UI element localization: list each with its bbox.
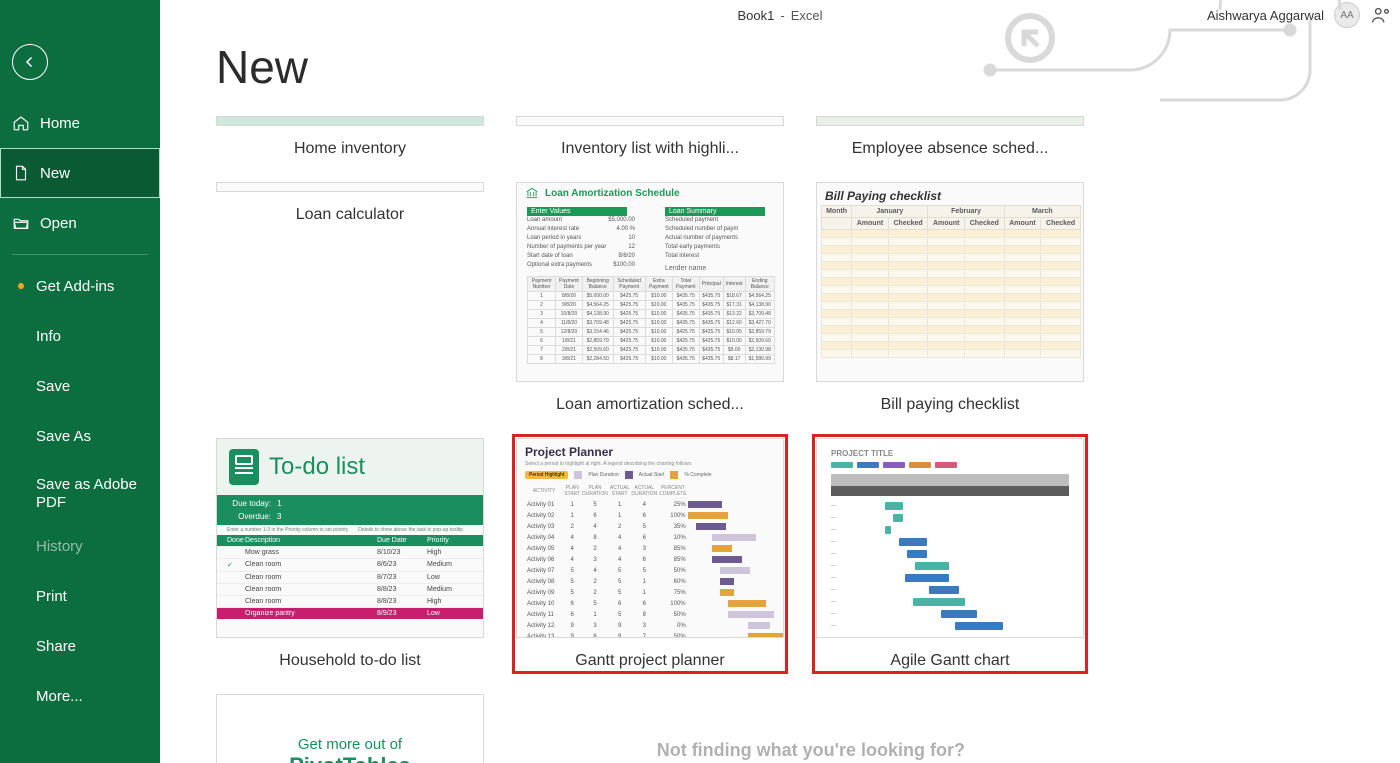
bottom-hint-text: Not finding what you're looking for? [657,740,965,761]
template-pivot-promo[interactable]: Get more out ofPivotTables Get more out … [216,694,484,763]
template-thumbnail: Bill Paying checklist MonthJanuaryFebrua… [816,182,1084,382]
page-title: New [216,40,1360,94]
template-thumbnail: Project Planner Select a period to highl… [516,438,784,638]
template-label: Agile Gantt chart [816,652,1084,670]
sidebar-item-get-addins[interactable]: Get Add-ins [0,261,160,311]
backstage-content: New Home inventory Inventory list with h… [160,30,1400,763]
template-label: Home inventory [216,140,484,158]
sidebar-item-save-as[interactable]: Save As [0,411,160,461]
template-label: Inventory list with highli... [516,140,784,158]
template-grid: Home inventory Inventory list with highl… [216,116,1360,763]
sidebar-item-open[interactable]: Open [0,198,160,248]
sidebar-item-label: Open [40,215,77,232]
template-household-todo[interactable]: To-do list Due today:1Overdue:3 Enter a … [216,438,484,670]
avatar[interactable]: AA [1334,2,1360,28]
sidebar-item-print[interactable]: Print [0,571,160,621]
sidebar-item-home[interactable]: Home [0,98,160,148]
sidebar-item-share[interactable]: Share [0,621,160,671]
template-label: Gantt project planner [516,652,784,670]
template-label: Loan amortization sched... [516,396,784,414]
clipboard-icon [229,449,259,485]
template-gantt-planner[interactable]: Project Planner Select a period to highl… [516,438,784,670]
template-home-inventory[interactable]: Home inventory [216,116,484,158]
template-loan-calculator[interactable]: Loan calculator [216,182,484,414]
sidebar-item-info[interactable]: Info [0,311,160,361]
sidebar-item-history: History [0,521,160,571]
template-thumbnail: Get more out ofPivotTables [216,694,484,763]
template-bill-paying[interactable]: Bill Paying checklist MonthJanuaryFebrua… [816,182,1084,414]
template-inventory-list[interactable]: Inventory list with highli... [516,116,784,158]
sidebar-item-new[interactable]: New [0,148,160,198]
addins-badge-icon [18,283,24,289]
sidebar-separator [12,254,148,255]
template-label: Employee absence sched... [816,140,1084,158]
template-employee-absence[interactable]: Employee absence sched... [816,116,1084,158]
sidebar-item-save[interactable]: Save [0,361,160,411]
back-button[interactable] [12,44,48,80]
sidebar-item-more[interactable]: More... [0,671,160,721]
app-name: Excel [791,8,823,23]
document-title: Book1 [737,8,774,23]
backstage-sidebar: Home New Open Get Add-ins Info Save Save… [0,0,160,763]
sidebar-item-save-pdf[interactable]: Save as Adobe PDF [0,461,160,521]
template-thumbnail: To-do list Due today:1Overdue:3 Enter a … [216,438,484,638]
account-area: Aishwarya Aggarwal AA [1207,0,1392,30]
sidebar-item-label: Home [40,115,80,132]
template-label: Loan calculator [216,206,484,224]
account-settings-icon[interactable] [1370,4,1392,26]
template-agile-gantt[interactable]: PROJECT TITLE ——————————— Agile Gantt ch… [816,438,1084,670]
user-name[interactable]: Aishwarya Aggarwal [1207,8,1324,23]
sidebar-item-label: New [40,165,70,182]
template-loan-amortization[interactable]: Loan Amortization Schedule Enter Values … [516,182,784,414]
home-icon [12,114,30,132]
template-label: Household to-do list [216,652,484,670]
open-folder-icon [12,214,30,232]
back-arrow-icon [21,53,39,71]
template-thumbnail: PROJECT TITLE ——————————— [816,438,1084,638]
bank-icon [525,186,539,200]
template-thumbnail: Loan Amortization Schedule Enter Values … [516,182,784,382]
template-label: Bill paying checklist [816,396,1084,414]
new-file-icon [12,164,30,182]
